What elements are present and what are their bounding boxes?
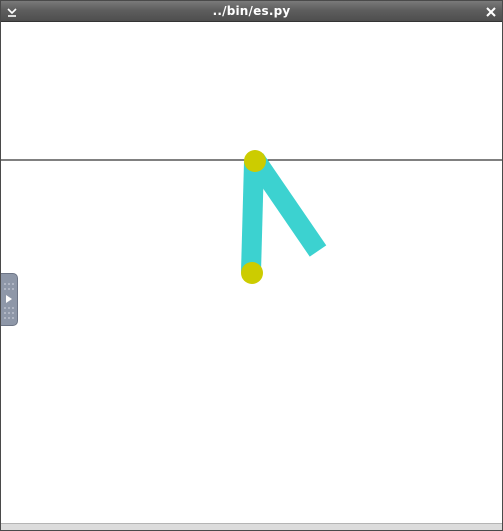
window-title: ../bin/es.py — [212, 4, 291, 18]
play-icon — [4, 283, 14, 319]
pendulum-scene — [1, 150, 502, 284]
app-window: ../bin/es.py — [0, 0, 503, 531]
lower-link — [246, 153, 327, 257]
upper-link — [241, 161, 264, 273]
side-panel-handle[interactable] — [1, 273, 18, 326]
title-bar[interactable]: ../bin/es.py — [1, 1, 502, 22]
bottom-joint[interactable] — [241, 262, 263, 284]
simulation-canvas[interactable] — [1, 22, 502, 523]
close-button[interactable] — [484, 4, 498, 18]
close-icon — [486, 7, 496, 17]
status-strip — [1, 523, 502, 530]
top-joint[interactable] — [244, 150, 266, 172]
